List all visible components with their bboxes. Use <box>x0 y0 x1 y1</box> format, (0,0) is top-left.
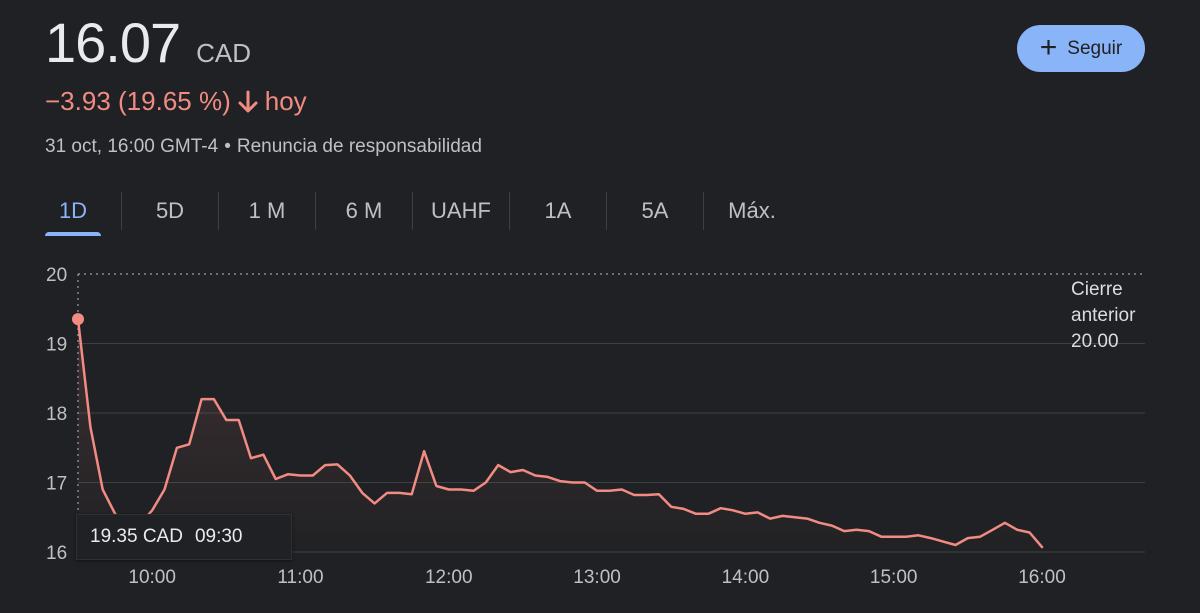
y-tick-label: 17 <box>46 474 67 495</box>
x-tick-label: 11:00 <box>277 567 323 588</box>
tab-label: 1 M <box>248 198 286 223</box>
tab-1y[interactable]: 1A <box>510 190 606 232</box>
hover-point <box>72 313 84 326</box>
x-tick-label: 14:00 <box>722 567 770 588</box>
tab-label: 1D <box>58 198 88 223</box>
quote-timestamp: 31 oct, 16:00 GMT-4 <box>45 136 219 157</box>
change-period: hoy <box>264 86 307 116</box>
tab-1d[interactable]: 1D <box>25 190 121 236</box>
tab-6m[interactable]: 6 M <box>316 190 412 232</box>
tooltip-value: 19.35 CAD <box>90 526 183 547</box>
tab-label: 1A <box>544 198 572 223</box>
x-tick-label: 13:00 <box>573 567 621 588</box>
current-price: 16.07 <box>45 11 181 74</box>
x-tick-label: 16:00 <box>1018 567 1066 588</box>
tab-max[interactable]: Máx. <box>704 190 800 232</box>
change-value: −3.93 (19.65 %) <box>45 86 231 116</box>
quote-meta: 31 oct, 16:00 GMT-4 • Renuncia de responsa… <box>45 136 482 158</box>
tab-5d[interactable]: 5D <box>122 190 218 232</box>
arrow-down-icon <box>238 90 258 112</box>
y-tick-label: 20 <box>46 265 67 286</box>
tab-label: 5A <box>641 198 669 223</box>
tab-label: UAHF <box>431 198 491 223</box>
x-tick-label: 15:00 <box>870 567 918 588</box>
previous-close-label: 20.00 <box>1071 331 1119 352</box>
tab-label: 6 M <box>345 198 383 223</box>
x-tick-label: 10:00 <box>128 567 176 588</box>
meta-separator: • <box>224 136 231 157</box>
follow-label: Seguir <box>1067 37 1123 59</box>
currency-label: CAD <box>196 38 252 68</box>
tab-1m[interactable]: 1 M <box>219 190 315 232</box>
y-tick-label: 19 <box>46 335 67 356</box>
disclaimer-link[interactable]: Renuncia de responsabilidad <box>237 136 482 157</box>
previous-close-label: anterior <box>1071 305 1136 326</box>
tab-label: 5D <box>155 198 185 223</box>
tab-label: Máx. <box>728 198 776 223</box>
time-range-tabs: 1D 5D 1 M 6 M UAHF 1A 5A Máx. <box>25 190 800 236</box>
y-tick-label: 16 <box>46 543 67 564</box>
tab-5y[interactable]: 5A <box>607 190 703 232</box>
previous-close-label: Cierre <box>1071 279 1123 300</box>
hover-tooltip: 19.35 CAD 09:30 <box>76 514 292 560</box>
tooltip-time: 09:30 <box>194 526 243 547</box>
price-change: −3.93 (19.65 %) hoy <box>45 86 307 117</box>
tab-ytd[interactable]: UAHF <box>413 190 509 232</box>
y-tick-label: 18 <box>46 404 67 425</box>
price-header: 16.07 CAD <box>45 10 251 75</box>
x-tick-label: 12:00 <box>425 567 473 588</box>
plus-icon: + <box>1039 30 1058 64</box>
follow-button[interactable]: + Seguir <box>1017 25 1145 72</box>
